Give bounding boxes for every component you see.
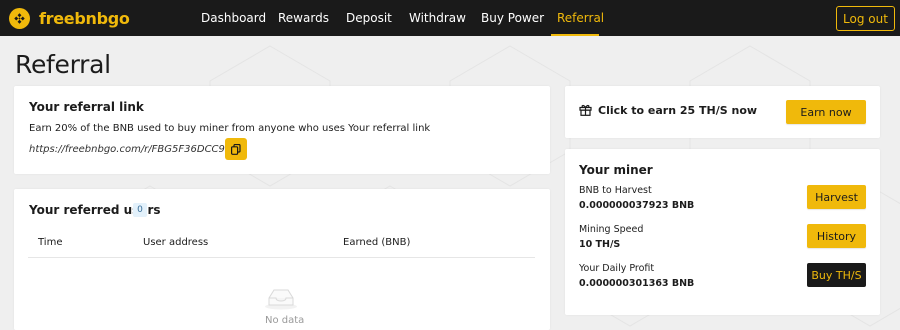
history-button[interactable]: History bbox=[807, 224, 866, 248]
empty-inbox-icon bbox=[265, 289, 297, 310]
copy-link-button[interactable] bbox=[225, 138, 247, 160]
referred-users-table-header: Time User address Earned (BNB) bbox=[28, 230, 535, 258]
miner-card: Your miner BNB to Harvest 0.000000037923… bbox=[565, 149, 880, 315]
stat-label-bnb-to-harvest: BNB to Harvest bbox=[579, 185, 652, 196]
earn-text: Click to earn 25 TH/S now bbox=[598, 104, 758, 117]
copy-icon bbox=[231, 143, 241, 155]
nav-dashboard[interactable]: Dashboard bbox=[201, 11, 266, 25]
referral-link-text: https://freebnbgo.com/r/FBG5F36DCC929 bbox=[29, 144, 238, 155]
gift-icon bbox=[579, 104, 592, 116]
referral-link-card: Your referral link Earn 20% of the BNB u… bbox=[14, 86, 550, 174]
referred-count-badge: 0 bbox=[133, 203, 147, 217]
page-title: Referral bbox=[15, 50, 111, 79]
referral-description: Earn 20% of the BNB used to buy miner fr… bbox=[29, 123, 431, 134]
earn-now-button[interactable]: Earn now bbox=[786, 100, 866, 124]
stat-label-daily-profit: Your Daily Profit bbox=[579, 263, 655, 274]
column-header-user-address: User address bbox=[143, 237, 209, 248]
top-navbar: freebnbgo Dashboard Rewards Deposit With… bbox=[0, 0, 900, 36]
stat-value-bnb-to-harvest: 0.000000037923 BNB bbox=[579, 200, 695, 211]
referred-users-card: Your referred users 0 Time User address … bbox=[14, 189, 550, 330]
brand-name: freebnbgo bbox=[39, 9, 130, 28]
active-nav-indicator bbox=[551, 34, 599, 36]
nav-deposit[interactable]: Deposit bbox=[346, 11, 392, 25]
stat-value-daily-profit: 0.000000301363 BNB bbox=[579, 278, 695, 289]
nav-referral[interactable]: Referral bbox=[557, 11, 604, 25]
stat-label-mining-speed: Mining Speed bbox=[579, 224, 644, 235]
nav-withdraw[interactable]: Withdraw bbox=[409, 11, 466, 25]
nav-rewards[interactable]: Rewards bbox=[278, 11, 329, 25]
miner-title: Your miner bbox=[579, 163, 653, 177]
logout-button[interactable]: Log out bbox=[836, 6, 895, 31]
stat-value-mining-speed: 10 TH/S bbox=[579, 239, 621, 250]
empty-state-text: No data bbox=[265, 315, 305, 326]
brand-logo[interactable]: freebnbgo bbox=[9, 8, 130, 29]
column-header-earned: Earned (BNB) bbox=[343, 237, 411, 248]
nav-buy-power[interactable]: Buy Power bbox=[481, 11, 544, 25]
harvest-button[interactable]: Harvest bbox=[807, 185, 866, 209]
referral-link-title: Your referral link bbox=[29, 100, 144, 114]
column-header-time: Time bbox=[38, 237, 63, 248]
buy-ths-button[interactable]: Buy TH/S bbox=[807, 263, 866, 287]
bnb-logo-icon bbox=[9, 8, 30, 29]
earn-card: Click to earn 25 TH/S now Earn now bbox=[565, 86, 880, 138]
